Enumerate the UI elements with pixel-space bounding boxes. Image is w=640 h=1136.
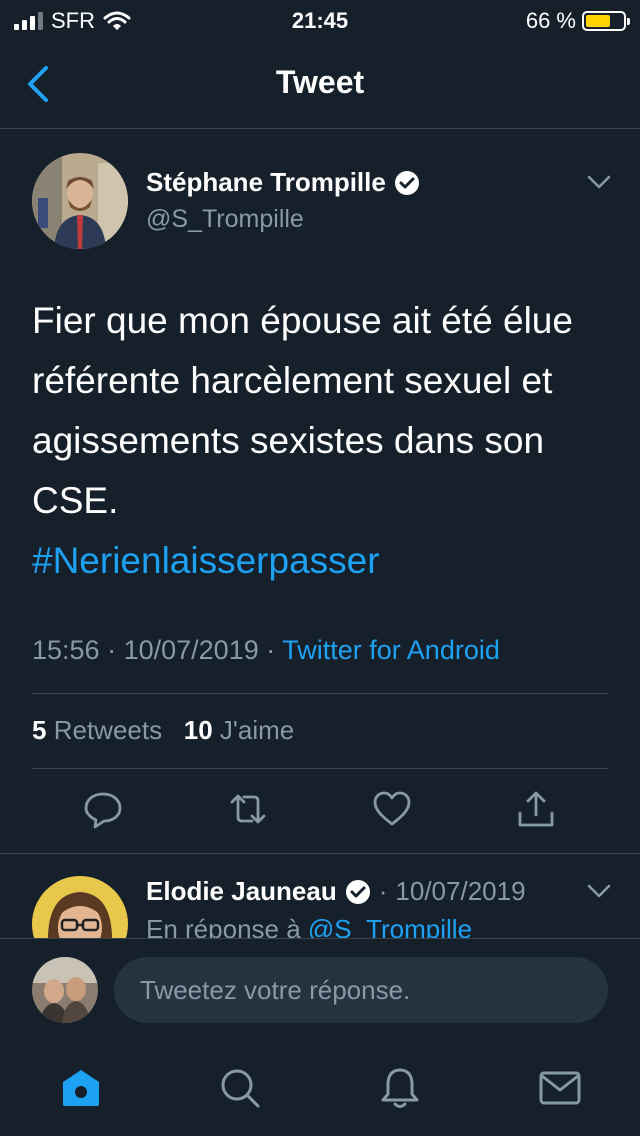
reply-date: 10/07/2019 (395, 876, 526, 906)
reply-date-separator: · (378, 876, 388, 906)
tab-bar (0, 1038, 640, 1136)
likes-count: 10 (183, 715, 213, 745)
tweet-meta: 15:56 · 10/07/2019 · Twitter for Android (32, 635, 500, 666)
author-avatar[interactable] (32, 153, 128, 249)
nav-bar: Tweet (0, 40, 640, 129)
meta-separator: · (266, 635, 283, 665)
tweet-text-line: agissements sexistes dans son (32, 420, 545, 461)
tweet-actions (0, 789, 640, 835)
reply-composer: Tweetez votre réponse. (0, 938, 640, 1038)
likes-label: J'aime (219, 715, 295, 745)
status-right: 66 % (525, 8, 630, 34)
reply-item[interactable]: Elodie Jauneau · 10/07/2019 En réponse à… (0, 853, 640, 939)
retweet-icon[interactable] (228, 789, 268, 829)
reply-input[interactable]: Tweetez votre réponse. (114, 957, 608, 1023)
reply-icon[interactable] (83, 789, 123, 829)
tweet-text-line: référente harcèlement sexuel et (32, 360, 553, 401)
battery-percent: 66 % (525, 8, 576, 33)
tweet-text-line: Fier que mon épouse ait été élue (32, 300, 573, 341)
meta-separator: · (107, 635, 124, 665)
home-icon[interactable] (59, 1066, 103, 1110)
chevron-down-icon[interactable] (586, 882, 612, 900)
chevron-down-icon[interactable] (586, 173, 612, 191)
hashtag-link[interactable]: #Nerienlaisserpasser (32, 531, 622, 591)
author-name[interactable]: Stéphane Trompille (146, 167, 420, 198)
tweet-date: 10/07/2019 (123, 635, 259, 665)
reply-context: En réponse à @S_Trompille (146, 914, 472, 939)
page-title: Tweet (275, 64, 365, 100)
tweet-stats: 5 Retweets 10 J'aime (32, 715, 294, 746)
status-bar: SFR 21:45 66 % (0, 0, 640, 40)
share-icon[interactable] (516, 789, 556, 829)
author-handle[interactable]: @S_Trompille (146, 205, 304, 234)
tweet-source-link[interactable]: Twitter for Android (282, 635, 500, 665)
tweet-time: 15:56 (32, 635, 100, 665)
verified-badge-icon (394, 170, 419, 195)
retweets-count: 5 (32, 715, 47, 745)
verified-badge-icon (345, 879, 370, 904)
mention-link[interactable]: @S_Trompille (308, 914, 472, 939)
retweets-stat[interactable]: 5 Retweets (32, 715, 162, 745)
bell-icon[interactable] (378, 1066, 422, 1110)
tweet-body: Fier que mon épouse ait été élue référen… (32, 291, 622, 591)
mail-icon[interactable] (538, 1066, 582, 1110)
tweet-text-line: CSE. (32, 480, 119, 521)
heart-icon[interactable] (372, 789, 412, 829)
retweets-label: Retweets (53, 715, 163, 745)
reply-author-avatar[interactable] (32, 876, 128, 939)
reply-context-prefix: En réponse à (146, 914, 301, 939)
battery-icon (582, 11, 630, 31)
search-icon[interactable] (218, 1066, 262, 1110)
reply-author-name: Elodie Jauneau (146, 876, 337, 906)
battery-fill (586, 15, 610, 27)
author-name-text: Stéphane Trompille (146, 167, 386, 197)
divider (32, 768, 608, 769)
reply-author[interactable]: Elodie Jauneau · 10/07/2019 (146, 876, 526, 907)
likes-stat[interactable]: 10 J'aime (184, 715, 294, 745)
divider (32, 693, 608, 694)
my-avatar[interactable] (32, 957, 98, 1023)
